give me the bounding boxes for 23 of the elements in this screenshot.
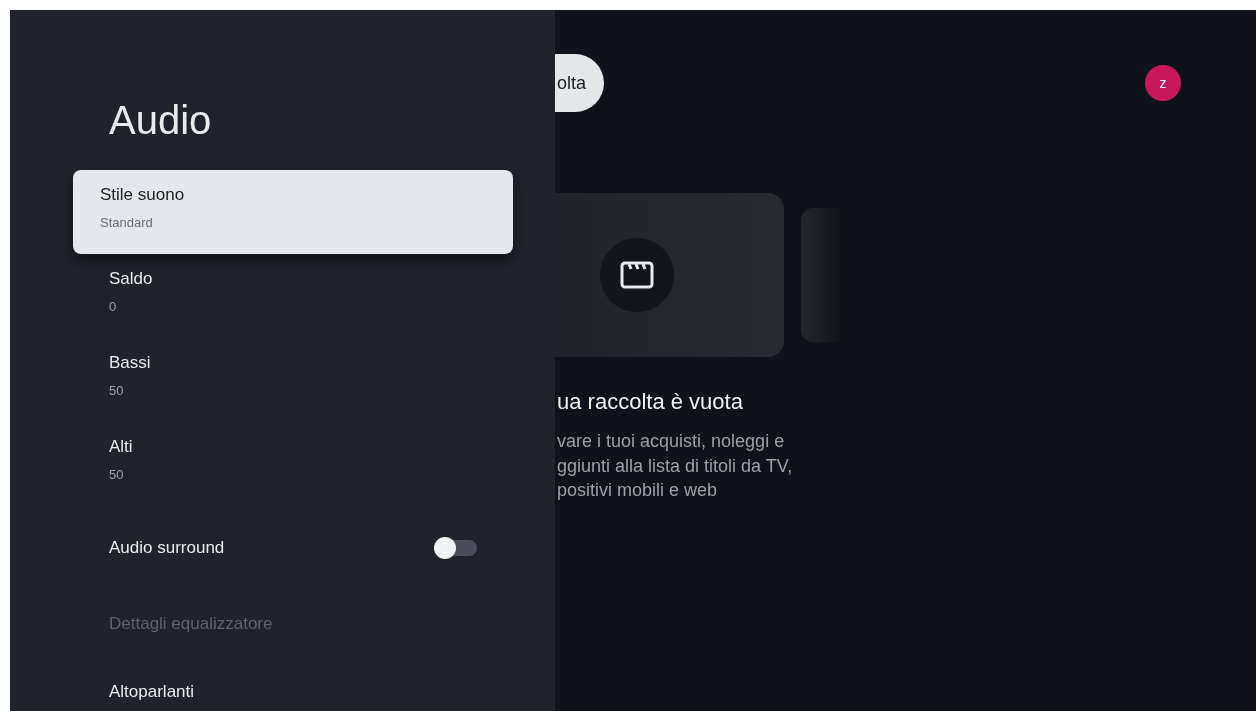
setting-item[interactable]: Stile suono Standard (73, 170, 513, 254)
profile-avatar[interactable]: z (1145, 65, 1181, 101)
setting-value: 0 (109, 299, 118, 315)
setting-title: Saldo (109, 268, 153, 290)
setting-title: Alti (109, 436, 133, 458)
setting-value: 50 (109, 383, 125, 399)
setting-title: Bassi (109, 352, 151, 374)
setting-item[interactable]: Bassi 50 (73, 338, 513, 422)
setting-title: Audio surround (109, 537, 225, 559)
setting-item[interactable]: Audio surround (73, 506, 513, 590)
panel-title: Audio (109, 97, 213, 144)
setting-title: Dettagli equalizzatore (109, 613, 273, 635)
setting-title: Altoparlanti (109, 681, 195, 703)
setting-title: Stile suono (100, 184, 185, 206)
setting-item[interactable]: Alti 50 (73, 422, 513, 506)
toggle-switch[interactable] (434, 540, 477, 556)
setting-value: Standard (100, 215, 154, 231)
setting-item[interactable]: Saldo 0 (73, 254, 513, 338)
empty-title: ua raccolta è vuota (557, 388, 744, 416)
nav-tab[interactable]: olta (555, 54, 605, 112)
setting-item[interactable]: Altoparlanti (73, 658, 513, 711)
empty-description: vare i tuoi acquisti, noleggi e ggiunti alla lista di titoli da TV, positivi mobili e web (557, 430, 794, 502)
setting-value: 50 (109, 467, 125, 483)
